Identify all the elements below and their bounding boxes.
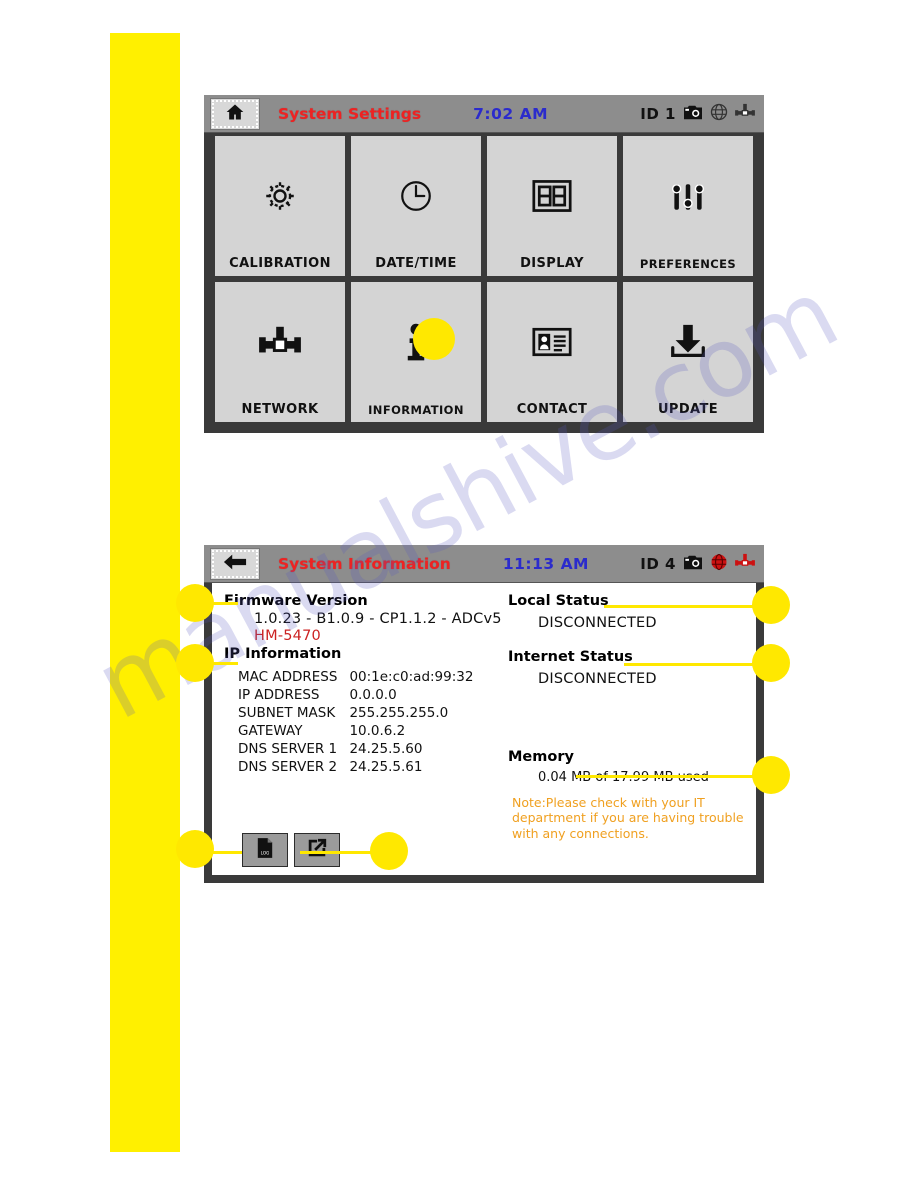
camera-icon (682, 553, 704, 575)
page-title: System Settings (278, 104, 422, 123)
table-row: SUBNET MASK 255.255.255.0 (238, 704, 473, 722)
log-file-icon: LOG (256, 837, 274, 863)
row-key: DNS SERVER 1 (238, 741, 338, 757)
callout-log-button (176, 830, 242, 872)
clock: 11:13 AM (502, 554, 589, 573)
connection-note: Note:Please check with your IT departmen… (512, 795, 744, 841)
back-arrow-icon (223, 553, 247, 575)
callout-leader-line (576, 775, 756, 778)
callout-leader-line (196, 602, 238, 605)
table-row: IP ADDRESS 0.0.0.0 (238, 686, 473, 704)
clock: 7:02 AM (473, 104, 549, 123)
seven-segment-icon (487, 136, 617, 256)
settings-titlebar: System Settings 7:02 AM ID 1 (204, 95, 764, 133)
row-key: SUBNET MASK (238, 705, 336, 721)
clock-icon (351, 136, 481, 256)
ip-information-heading: IP Information (224, 646, 342, 662)
ip-information-table: MAC ADDRESS 00:1e:c0:ad:99:32 IP ADDRESS… (238, 668, 473, 776)
callout-leader-line (624, 663, 756, 666)
settings-tile-grid: CALIBRATION DATE/TIME DISPLAY PREFERENCE… (212, 133, 756, 425)
callout-local-status (604, 586, 790, 628)
tile-label: CONTACT (516, 402, 588, 417)
row-key: IP ADDRESS (238, 687, 320, 703)
device-id: ID 4 (640, 554, 676, 573)
tile-contact[interactable]: CONTACT (486, 281, 618, 423)
tile-information[interactable]: INFORMATION (350, 281, 482, 423)
globe-icon (710, 103, 728, 125)
firmware-version-value: 1.0.23 - B1.0.9 - CP1.1.2 - ADCv5 (254, 611, 502, 627)
info-titlebar: System Information 11:13 AM ID 4 (204, 545, 764, 583)
globe-icon (710, 553, 728, 575)
tile-label: DISPLAY (520, 256, 584, 271)
page-side-bar (110, 33, 180, 1152)
tile-update[interactable]: UPDATE (622, 281, 754, 423)
table-row: MAC ADDRESS 00:1e:c0:ad:99:32 (238, 668, 473, 686)
row-key: MAC ADDRESS (238, 669, 338, 685)
callout-dot (752, 644, 790, 682)
network-icon (215, 282, 345, 402)
table-row: GATEWAY 10.0.6.2 (238, 722, 473, 740)
callout-dot (176, 830, 214, 868)
callout-dot (370, 832, 408, 870)
callout-memory (576, 756, 790, 798)
sliders-icon (623, 136, 753, 257)
page-title: System Information (278, 554, 451, 573)
tile-calibration[interactable]: CALIBRATION (214, 135, 346, 277)
row-value: 0.0.0.0 (349, 687, 397, 703)
tile-label: INFORMATION (368, 403, 464, 417)
tile-display[interactable]: DISPLAY (486, 135, 618, 277)
tile-label: NETWORK (241, 402, 319, 417)
callout-leader-line (196, 851, 242, 854)
tile-preferences[interactable]: PREFERENCES (622, 135, 754, 277)
firmware-version-heading: Firmware Version (224, 593, 368, 609)
status-cluster: ID 4 (640, 553, 756, 575)
system-settings-device-screen: System Settings 7:02 AM ID 1 CALIBRATION… (204, 95, 764, 433)
info-right-column: Local Status DISCONNECTED Internet Statu… (504, 593, 744, 875)
row-value: 24.25.5.60 (349, 741, 423, 757)
home-icon (224, 102, 246, 126)
callout-leader-line (604, 605, 756, 608)
callout-dot (752, 586, 790, 624)
tile-label: CALIBRATION (229, 256, 331, 271)
device-id: ID 1 (640, 104, 676, 123)
callout-export-button (300, 832, 410, 874)
row-value: 255.255.255.0 (349, 705, 449, 721)
row-key: GATEWAY (238, 723, 303, 739)
network-icon (734, 103, 756, 125)
back-button[interactable] (210, 547, 260, 580)
callout-highlight-information (413, 318, 455, 360)
tile-label: UPDATE (657, 402, 719, 417)
callout-firmware-version (176, 584, 238, 626)
callout-internet-status (624, 644, 790, 686)
callout-ip-information (176, 644, 238, 686)
firmware-model-value: HM-5470 (254, 628, 321, 644)
contact-card-icon (487, 282, 617, 402)
row-value: 24.25.5.61 (349, 759, 423, 775)
log-file-button[interactable]: LOG (242, 833, 288, 867)
home-button[interactable] (210, 97, 260, 130)
network-icon (734, 553, 756, 575)
table-row: DNS SERVER 2 24.25.5.61 (238, 758, 473, 776)
row-value: 10.0.6.2 (349, 723, 406, 739)
tile-label: DATE/TIME (375, 256, 457, 271)
row-value: 00:1e:c0:ad:99:32 (349, 669, 474, 685)
camera-icon (682, 103, 704, 125)
table-row: DNS SERVER 1 24.25.5.60 (238, 740, 473, 758)
callout-dot (752, 756, 790, 794)
callout-leader-line (196, 662, 238, 665)
row-key: DNS SERVER 2 (238, 759, 338, 775)
callout-leader-line (300, 851, 376, 854)
download-icon (623, 282, 753, 402)
tile-network[interactable]: NETWORK (214, 281, 346, 423)
tile-date-time[interactable]: DATE/TIME (350, 135, 482, 277)
tile-label: PREFERENCES (639, 257, 737, 271)
svg-text:LOG: LOG (261, 850, 270, 855)
status-cluster: ID 1 (640, 103, 756, 125)
gear-icon (215, 136, 345, 256)
